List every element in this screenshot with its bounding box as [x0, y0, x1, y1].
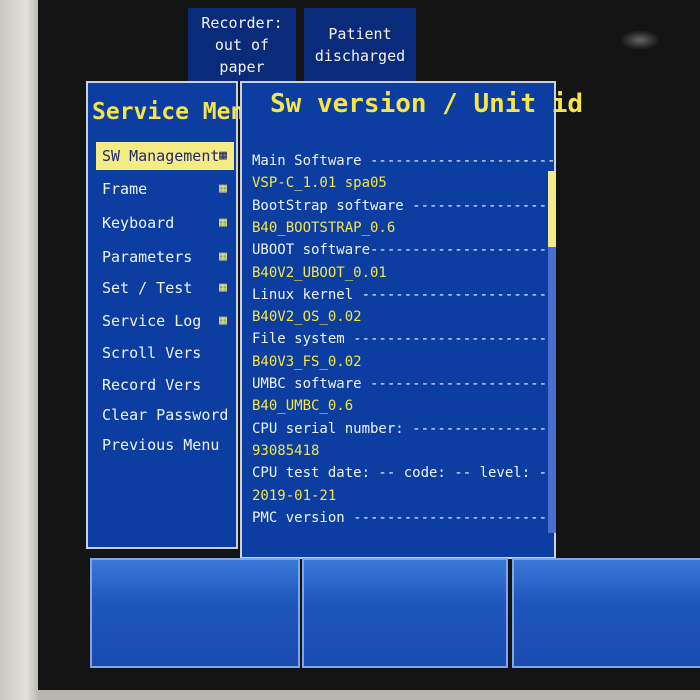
sw-component-label: BootStrap software ----------------: [252, 198, 548, 214]
alarm-patient-line-1: Patient: [328, 24, 392, 43]
menu-item-frame[interactable]: Frame ▦: [96, 175, 234, 203]
sw-component-label: File system -----------------------: [252, 331, 548, 347]
submenu-icon: ▦: [219, 215, 227, 230]
submenu-icon: ▦: [219, 181, 227, 196]
softkey-1[interactable]: [90, 558, 300, 668]
alarm-recorder-line-3: paper: [219, 57, 265, 76]
menu-item-label: Frame: [102, 180, 148, 198]
menu-item-label: Service Log: [102, 312, 202, 330]
submenu-icon: ▦: [219, 313, 227, 328]
sw-version-title: Sw version / Unit id: [270, 89, 584, 119]
sw-component-label: CPU serial number: ----------------: [252, 421, 548, 437]
sw-component-label: CPU test date: -- code: -- level: --: [252, 465, 556, 481]
menu-item-label: Scroll Vers: [102, 344, 202, 362]
menu-item-record-vers[interactable]: Record Vers: [96, 371, 234, 399]
menu-item-set-test[interactable]: Set / Test ▦: [96, 274, 234, 302]
menu-item-label: Parameters: [102, 248, 193, 266]
submenu-icon: ▦: [219, 249, 227, 264]
softkey-3[interactable]: [512, 558, 700, 668]
sw-version-value: B40V3_FS_0.02: [252, 354, 362, 370]
alarm-recorder-out-of-paper[interactable]: Recorder: out of paper: [188, 8, 296, 81]
menu-item-scroll-vers[interactable]: Scroll Vers: [96, 339, 234, 367]
menu-item-parameters[interactable]: Parameters ▦: [96, 243, 234, 271]
sw-version-value: B40V2_UBOOT_0.01: [252, 265, 387, 281]
alarm-recorder-line-2: out of: [214, 35, 270, 54]
sw-component-label: UMBC software ---------------------: [252, 376, 548, 392]
alarm-patient-line-2: discharged: [314, 46, 406, 65]
sw-component-label: Main Software ----------------------: [252, 153, 556, 169]
sw-scrollbar[interactable]: [548, 171, 556, 533]
submenu-icon: ▦: [219, 280, 227, 295]
sw-version-value: VSP-C_1.01 spa05: [252, 175, 387, 191]
sw-version-panel: Sw version / Unit id Main Software -----…: [240, 81, 583, 559]
alarm-patient-discharged[interactable]: Patient discharged: [304, 8, 416, 81]
monitor-bezel-left: [0, 0, 38, 700]
menu-item-label: SW Management: [102, 147, 220, 165]
sw-component-label: UBOOT software----------------------: [252, 242, 556, 258]
menu-item-sw-management[interactable]: SW Management ▦: [96, 142, 234, 170]
sw-version-value: 2019-01-21: [252, 488, 337, 504]
sw-version-value: 93085418: [252, 443, 320, 459]
menu-item-label: Keyboard: [102, 214, 175, 232]
sw-component-label: Linux kernel ----------------------: [252, 287, 548, 303]
monitor-screen: Recorder: out of paper Patient discharge…: [38, 0, 700, 690]
sw-component-label: PMC version -----------------------: [252, 510, 548, 526]
sw-version-value: B40_UMBC_0.6: [252, 398, 354, 414]
menu-item-previous-menu[interactable]: Previous Menu: [96, 431, 234, 459]
sw-version-value: B40V2_OS_0.02: [252, 309, 362, 325]
submenu-icon: ▦: [219, 148, 227, 163]
menu-item-keyboard[interactable]: Keyboard ▦: [96, 209, 234, 237]
menu-item-label: Clear Password: [102, 406, 229, 424]
menu-item-label: Record Vers: [102, 376, 202, 394]
menu-item-label: Previous Menu: [102, 436, 220, 454]
sw-version-value: B40_BOOTSTRAP_0.6: [252, 220, 396, 236]
softkey-2[interactable]: [302, 558, 508, 668]
menu-item-service-log[interactable]: Service Log ▦: [96, 307, 234, 335]
sw-scrollbar-thumb[interactable]: [548, 171, 556, 247]
service-menu-title: Service Menu: [92, 99, 259, 125]
monitor-bezel-bottom: [38, 690, 700, 700]
menu-item-clear-password[interactable]: Clear Password: [96, 401, 234, 429]
menu-item-label: Set / Test: [102, 279, 193, 297]
service-menu-panel: Service Menu SW Management ▦ Frame ▦ Keyboar…: [86, 81, 258, 549]
alarm-recorder-line-1: Recorder:: [201, 13, 283, 32]
